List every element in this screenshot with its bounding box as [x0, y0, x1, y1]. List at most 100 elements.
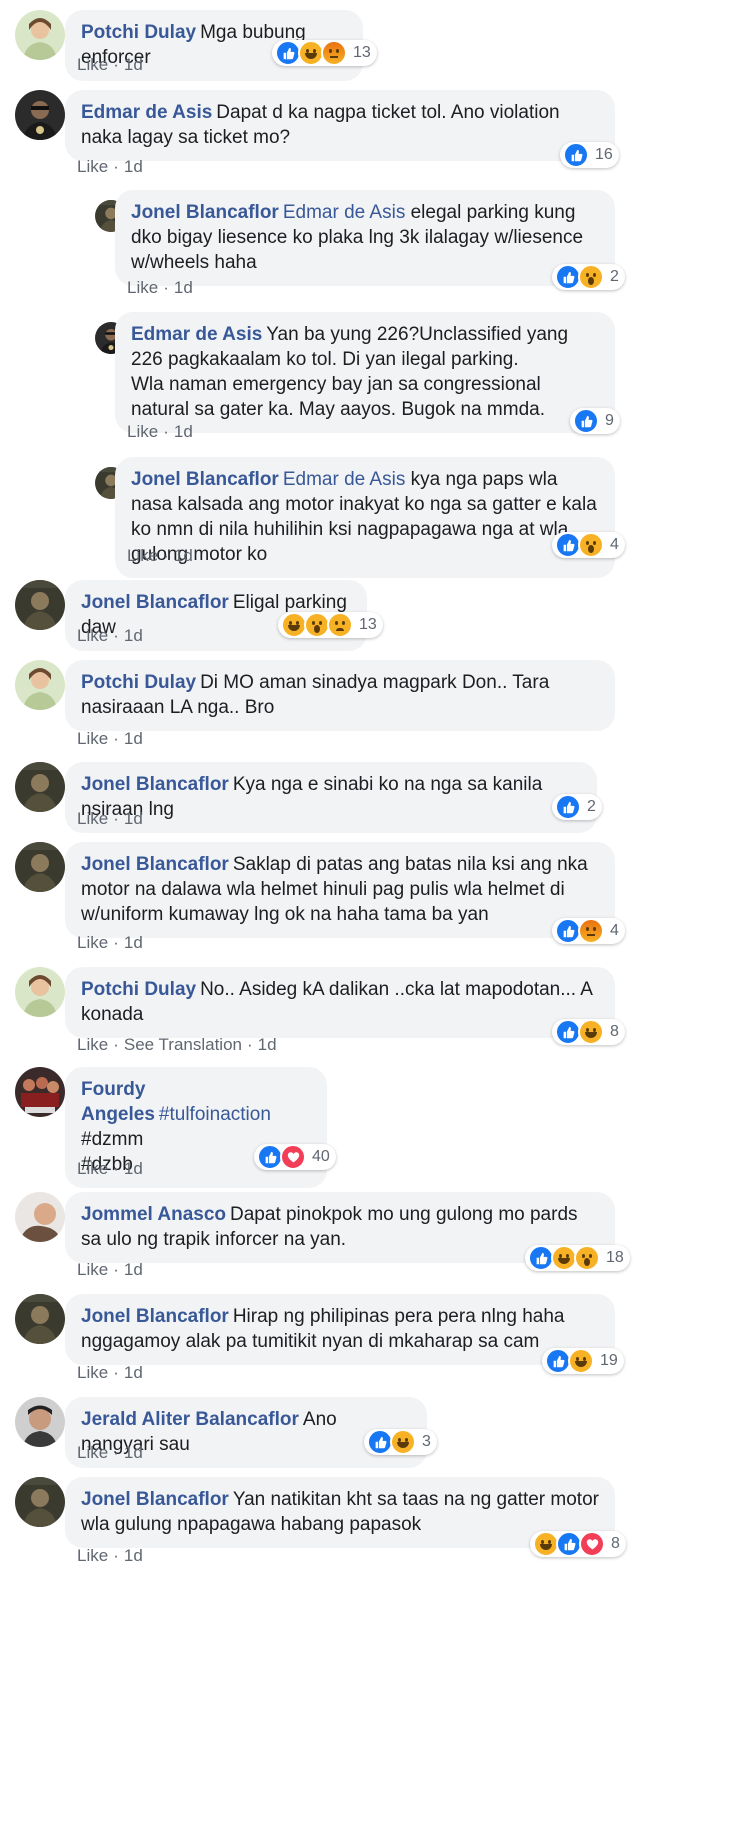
- timestamp[interactable]: 1d: [124, 626, 143, 645]
- comment-actions: Like · 1d: [77, 729, 143, 749]
- commenter-name[interactable]: Jonel Blancaflor: [81, 1489, 229, 1510]
- timestamp[interactable]: 1d: [124, 933, 143, 952]
- like-button[interactable]: Like: [127, 278, 158, 297]
- commenter-name[interactable]: Edmar de Asis: [81, 102, 212, 123]
- timestamp[interactable]: 1d: [124, 55, 143, 74]
- like-button[interactable]: Like: [77, 1035, 108, 1054]
- reaction-count: 18: [606, 1249, 624, 1266]
- like-button[interactable]: Like: [77, 157, 108, 176]
- mention-link[interactable]: Edmar de Asis: [283, 469, 406, 490]
- avatar[interactable]: [15, 967, 65, 1017]
- timestamp[interactable]: 1d: [174, 546, 193, 565]
- like-button[interactable]: Like: [77, 1363, 108, 1382]
- separator: ·: [113, 55, 119, 74]
- reaction-count: 16: [595, 146, 613, 163]
- reaction-summary[interactable]: 8: [530, 1531, 626, 1557]
- separator: ·: [163, 422, 169, 441]
- like-button[interactable]: Like: [77, 1260, 108, 1279]
- like-button[interactable]: Like: [77, 1159, 108, 1178]
- comment-actions: Like · 1d: [77, 157, 143, 177]
- like-button[interactable]: Like: [77, 933, 108, 952]
- reaction-count: 13: [353, 44, 371, 61]
- timestamp[interactable]: 1d: [124, 1363, 143, 1382]
- avatar[interactable]: [15, 660, 65, 710]
- reaction-count: 2: [587, 798, 596, 815]
- timestamp[interactable]: 1d: [174, 278, 193, 297]
- wow-reaction-icon: [578, 532, 604, 558]
- commenter-name[interactable]: Jommel Anasco: [81, 1204, 226, 1225]
- love-reaction-icon: [280, 1144, 306, 1170]
- reaction-count: 8: [610, 1023, 619, 1040]
- timestamp[interactable]: 1d: [124, 1546, 143, 1565]
- avatar[interactable]: [15, 10, 65, 60]
- comment-bubble: Jonel Blancaflor Kya nga e sinabi ko na n…: [65, 762, 597, 833]
- commenter-name[interactable]: Jonel Blancaflor: [81, 592, 229, 613]
- haha-reaction-icon: [578, 1019, 604, 1045]
- reaction-summary[interactable]: 8: [552, 1019, 625, 1045]
- see-translation-link[interactable]: See Translation: [124, 1035, 242, 1054]
- separator: ·: [113, 933, 119, 952]
- comment-bubble: Jonel Blancaflor Edmar de Asis elegal par…: [115, 190, 615, 286]
- avatar[interactable]: [15, 1067, 65, 1117]
- commenter-name[interactable]: Jerald Aliter Balancaflor: [81, 1409, 299, 1430]
- commenter-name[interactable]: Jonel Blancaflor: [81, 774, 229, 795]
- reaction-summary[interactable]: 4: [552, 532, 625, 558]
- commenter-name[interactable]: Potchi Dulay: [81, 22, 196, 43]
- mention-link[interactable]: Edmar de Asis: [283, 202, 406, 223]
- avatar[interactable]: [15, 580, 65, 630]
- reaction-summary[interactable]: 3: [364, 1429, 437, 1455]
- commenter-name[interactable]: Potchi Dulay: [81, 672, 196, 693]
- timestamp[interactable]: 1d: [124, 1260, 143, 1279]
- commenter-name[interactable]: Jonel Blancaflor: [131, 202, 279, 223]
- timestamp[interactable]: 1d: [258, 1035, 277, 1054]
- reaction-summary[interactable]: 13: [278, 612, 383, 638]
- reaction-summary[interactable]: 19: [542, 1348, 624, 1374]
- timestamp[interactable]: 1d: [124, 809, 143, 828]
- timestamp[interactable]: 1d: [124, 1443, 143, 1462]
- like-button[interactable]: Like: [77, 729, 108, 748]
- reaction-summary[interactable]: 4: [552, 918, 625, 944]
- love-reaction-icon: [579, 1531, 605, 1557]
- like-button[interactable]: Like: [77, 809, 108, 828]
- like-button[interactable]: Like: [127, 546, 158, 565]
- commenter-name[interactable]: Jonel Blancaflor: [131, 469, 279, 490]
- commenter-name[interactable]: Jonel Blancaflor: [81, 854, 229, 875]
- timestamp[interactable]: 1d: [124, 729, 143, 748]
- reaction-count: 2: [610, 268, 619, 285]
- avatar[interactable]: [15, 90, 65, 140]
- reaction-count: 4: [610, 536, 619, 553]
- comment-bubble: Potchi Dulay Di MO aman sinadya magpark D…: [65, 660, 615, 731]
- reaction-summary[interactable]: 9: [570, 408, 620, 434]
- avatar[interactable]: [15, 1192, 65, 1242]
- reaction-summary[interactable]: 2: [552, 264, 625, 290]
- avatar[interactable]: [15, 1397, 65, 1447]
- like-button[interactable]: Like: [77, 1546, 108, 1565]
- avatar[interactable]: [15, 1477, 65, 1527]
- avatar[interactable]: [15, 1294, 65, 1344]
- reaction-count: 40: [312, 1148, 330, 1165]
- avatar[interactable]: [15, 762, 65, 812]
- separator: ·: [113, 1363, 119, 1382]
- commenter-name[interactable]: Jonel Blancaflor: [81, 1306, 229, 1327]
- timestamp[interactable]: 1d: [124, 157, 143, 176]
- timestamp[interactable]: 1d: [174, 422, 193, 441]
- commenter-name[interactable]: Edmar de Asis: [131, 324, 262, 345]
- reaction-summary[interactable]: 13: [272, 40, 377, 66]
- like-button[interactable]: Like: [77, 626, 108, 645]
- mention-link[interactable]: #tulfoinaction: [159, 1104, 271, 1125]
- angry-reaction-icon: [321, 40, 347, 66]
- timestamp[interactable]: 1d: [124, 1159, 143, 1178]
- commenter-name[interactable]: Potchi Dulay: [81, 979, 196, 1000]
- reaction-summary[interactable]: 2: [552, 794, 602, 820]
- wow-reaction-icon: [574, 1245, 600, 1271]
- avatar[interactable]: [15, 842, 65, 892]
- comment-actions: Like · 1d: [77, 933, 143, 953]
- reaction-summary[interactable]: 40: [254, 1144, 336, 1170]
- like-button[interactable]: Like: [77, 55, 108, 74]
- like-button[interactable]: Like: [127, 422, 158, 441]
- reaction-summary[interactable]: 18: [525, 1245, 630, 1271]
- like-button[interactable]: Like: [77, 1443, 108, 1462]
- reaction-summary[interactable]: 16: [560, 142, 619, 168]
- commenter-name[interactable]: Fourdy Angeles: [81, 1079, 155, 1125]
- comment-bubble: Potchi Dulay No.. Asideg kA dalikan ..cka…: [65, 967, 615, 1038]
